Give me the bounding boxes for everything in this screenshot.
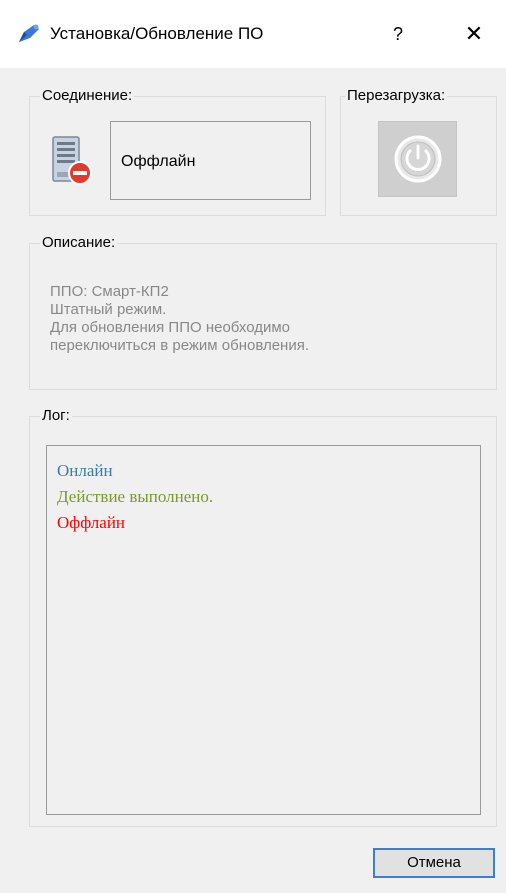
connection-legend: Соединение: — [40, 87, 135, 105]
log-entry: Оффлайн — [57, 513, 126, 532]
reboot-legend: Перезагрузка: — [345, 87, 448, 105]
server-offline-icon — [52, 136, 92, 185]
connection-status-box: Оффлайн — [110, 121, 311, 200]
log-textbox[interactable]: Онлайн Действие выполнено. Оффлайн — [46, 445, 481, 815]
description-text: ППО: Смарт-КП2 Штатный режим. Для обновл… — [50, 283, 309, 355]
title-bar: Установка/Обновление ПО ? ✕ — [0, 0, 506, 68]
window-title: Установка/Обновление ПО — [50, 24, 264, 43]
description-group: Описание: ППО: Смарт-КП2 Штатный режим. … — [29, 234, 497, 390]
reboot-button[interactable] — [378, 121, 457, 197]
log-entry: Действие выполнено. — [57, 487, 214, 506]
description-line: ППО: Смарт-КП2 — [50, 283, 169, 300]
help-button[interactable]: ? — [384, 20, 412, 48]
power-icon — [394, 135, 442, 183]
log-lines: Онлайн Действие выполнено. Оффлайн — [57, 458, 213, 536]
log-group: Лог: Онлайн Действие выполнено. Оффлайн — [29, 407, 497, 827]
description-line: переключиться в режим обновления. — [50, 337, 309, 354]
app-pen-icon — [19, 24, 39, 42]
log-entry: Онлайн — [57, 461, 113, 480]
close-button[interactable]: ✕ — [456, 20, 492, 48]
description-legend: Описание: — [40, 234, 118, 252]
reboot-group: Перезагрузка: — [340, 87, 497, 216]
cancel-button[interactable]: Отмена — [373, 848, 495, 878]
description-line: Для обновления ППО необходимо — [50, 319, 291, 336]
connection-group: Соединение: Оффлайн — [29, 87, 326, 216]
log-legend: Лог: — [40, 407, 72, 425]
connection-status: Оффлайн — [121, 153, 196, 170]
description-line: Штатный режим. — [50, 301, 167, 318]
